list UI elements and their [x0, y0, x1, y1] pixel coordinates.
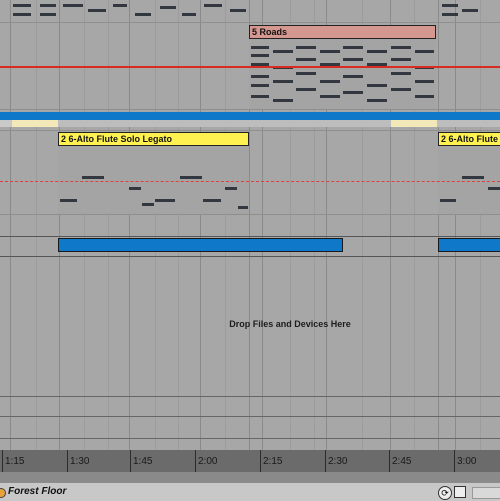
midi-note[interactable]	[367, 50, 387, 53]
ruler-spacer	[0, 472, 500, 482]
midi-note[interactable]	[40, 13, 56, 16]
midi-note[interactable]	[462, 176, 484, 179]
midi-note[interactable]	[135, 13, 151, 16]
ruler-label: 1:45	[133, 456, 153, 467]
selected-track-name: Forest Floor	[8, 486, 67, 497]
midi-note[interactable]	[113, 4, 127, 7]
sync-icon[interactable]: ⟳	[438, 486, 452, 500]
midi-note[interactable]	[230, 9, 246, 12]
track-divider	[0, 416, 500, 417]
loop-segment	[0, 120, 12, 127]
midi-note[interactable]	[462, 9, 478, 12]
midi-note[interactable]	[160, 6, 176, 9]
midi-note[interactable]	[155, 199, 175, 202]
track-divider	[0, 22, 500, 23]
midi-note[interactable]	[442, 13, 458, 16]
midi-note[interactable]	[343, 58, 363, 61]
midi-note[interactable]	[391, 46, 411, 49]
ruler-label: 2:45	[392, 456, 412, 467]
automation-dashed-line[interactable]	[0, 181, 500, 182]
midi-note[interactable]	[142, 203, 154, 206]
ruler-label: 2:30	[328, 456, 348, 467]
ruler-label: 2:00	[198, 456, 218, 467]
midi-note[interactable]	[488, 187, 500, 190]
midi-note[interactable]	[273, 50, 293, 53]
midi-note[interactable]	[251, 84, 269, 87]
midi-note[interactable]	[343, 75, 363, 78]
loop-bar[interactable]	[0, 112, 500, 120]
track-divider	[0, 396, 500, 397]
time-ruler[interactable]: 1:15 1:30 1:45 2:00 2:15 2:30 2:45 3:00	[0, 450, 500, 472]
midi-note[interactable]	[251, 46, 269, 49]
status-field[interactable]	[472, 487, 500, 499]
midi-note[interactable]	[343, 46, 363, 49]
midi-note[interactable]	[251, 95, 269, 98]
loop-segment[interactable]	[12, 120, 58, 127]
midi-note[interactable]	[251, 54, 269, 57]
midi-note[interactable]	[296, 88, 316, 91]
automation-line[interactable]	[0, 66, 500, 68]
ruler-label: 3:00	[457, 456, 477, 467]
midi-note[interactable]	[225, 187, 237, 190]
midi-note[interactable]	[391, 58, 411, 61]
status-bar: Forest Floor ⟳	[0, 482, 500, 501]
save-icon[interactable]	[454, 486, 466, 498]
midi-note[interactable]	[440, 199, 456, 202]
midi-note[interactable]	[88, 9, 106, 12]
midi-note[interactable]	[296, 72, 316, 75]
midi-note[interactable]	[367, 84, 387, 87]
midi-note[interactable]	[203, 199, 221, 202]
loop-segment	[437, 120, 500, 127]
audio-clip[interactable]	[438, 238, 500, 252]
midi-note[interactable]	[415, 95, 434, 98]
drop-zone-hint[interactable]: Drop Files and Devices Here	[190, 319, 390, 329]
midi-note[interactable]	[415, 80, 434, 83]
midi-note[interactable]	[238, 206, 248, 209]
midi-note[interactable]	[320, 80, 340, 83]
midi-note[interactable]	[13, 4, 31, 7]
audio-clip[interactable]	[58, 238, 343, 252]
track-divider	[0, 130, 500, 131]
track-divider	[0, 214, 500, 215]
midi-note[interactable]	[442, 4, 458, 7]
midi-note[interactable]	[296, 58, 316, 61]
midi-note[interactable]	[13, 13, 31, 16]
midi-note[interactable]	[204, 4, 222, 7]
clip-header-flute-2[interactable]: 2 6-Alto Flute	[438, 132, 500, 146]
midi-note[interactable]	[63, 4, 83, 7]
midi-note[interactable]	[251, 75, 269, 78]
track-color-icon[interactable]	[0, 488, 6, 498]
midi-note[interactable]	[129, 187, 141, 190]
midi-note[interactable]	[391, 88, 411, 91]
ruler-label: 1:30	[70, 456, 90, 467]
midi-note[interactable]	[180, 176, 202, 179]
ruler-label: 2:15	[263, 456, 283, 467]
midi-note[interactable]	[320, 50, 340, 53]
clip-header-flute[interactable]: 2 6-Alto Flute Solo Legato	[58, 132, 249, 146]
track-divider	[0, 256, 500, 257]
midi-note[interactable]	[40, 4, 56, 7]
midi-note[interactable]	[415, 50, 434, 53]
clip-header-roads[interactable]: 5 Roads	[249, 25, 436, 39]
midi-note[interactable]	[273, 99, 293, 102]
midi-note[interactable]	[182, 13, 196, 16]
track-divider	[0, 438, 500, 439]
midi-note[interactable]	[367, 99, 387, 102]
midi-note[interactable]	[296, 46, 316, 49]
midi-note[interactable]	[391, 72, 411, 75]
midi-note[interactable]	[343, 91, 363, 94]
midi-note[interactable]	[320, 95, 340, 98]
midi-note[interactable]	[273, 80, 293, 83]
track-divider	[0, 236, 500, 237]
loop-segment[interactable]	[391, 120, 437, 127]
midi-note[interactable]	[82, 176, 104, 179]
ruler-label: 1:15	[5, 456, 25, 467]
loop-segment	[58, 120, 391, 127]
clip-body-flute-2[interactable]	[438, 146, 500, 214]
track-divider	[0, 109, 500, 110]
midi-note[interactable]	[60, 199, 77, 202]
